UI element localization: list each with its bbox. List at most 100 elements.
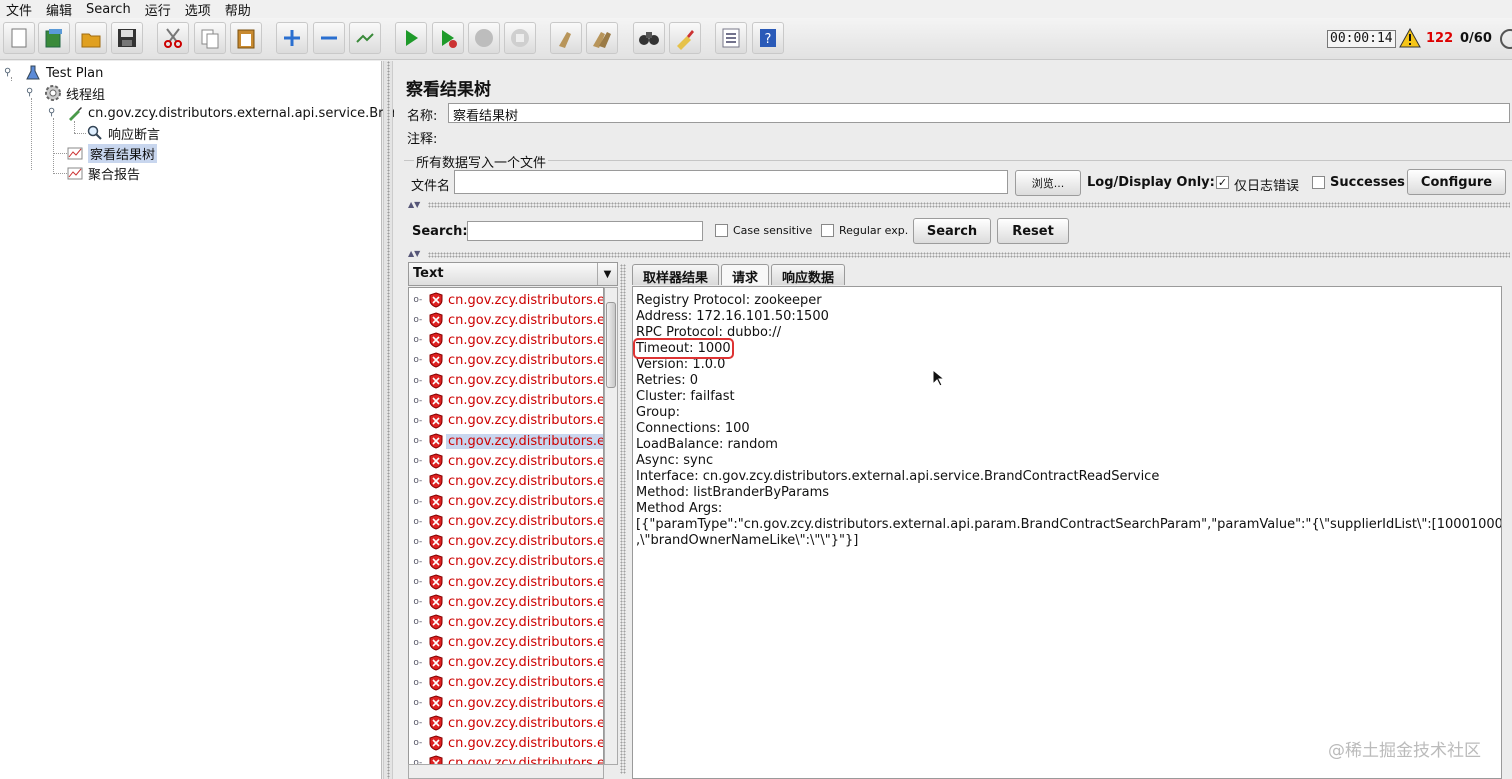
tree-item-test-plan[interactable]: Test Plan [24,63,103,83]
list-item[interactable]: o-cn.gov.zcy.distributors.e [409,371,603,391]
tree-handle-icon[interactable]: o- [409,456,427,466]
expand-handle[interactable]: ⚲ [48,107,55,118]
successes-checkbox[interactable] [1312,176,1325,189]
browse-button[interactable]: 浏览... [1015,170,1081,196]
function-helper-icon[interactable] [715,22,747,54]
list-item[interactable]: o-cn.gov.zcy.distributors.e [409,290,603,310]
save-icon[interactable] [111,22,143,54]
tree-handle-icon[interactable]: o- [409,577,427,587]
tree-handle-icon[interactable]: o- [409,557,427,567]
tree-handle-icon[interactable]: o- [409,738,427,748]
tree-item-aggregate-report[interactable]: 聚合报告 [66,163,140,183]
collapse-icon[interactable] [313,22,345,54]
warning-icon[interactable] [1399,28,1421,48]
comment-field[interactable] [448,126,1510,146]
search-input[interactable] [467,221,703,241]
toggle-icon[interactable] [349,22,381,54]
stop-icon[interactable] [468,22,500,54]
list-item[interactable]: o-cn.gov.zcy.distributors.e [409,532,603,552]
reset-button[interactable]: Reset [997,218,1069,244]
gear-icon[interactable] [1500,29,1512,49]
templates-icon[interactable] [38,22,70,54]
list-item[interactable]: o-cn.gov.zcy.distributors.e [409,552,603,572]
chevron-down-icon[interactable]: ▼ [597,263,617,285]
list-item[interactable]: o-cn.gov.zcy.distributors.e [409,512,603,532]
list-item[interactable]: o-cn.gov.zcy.distributors.e [409,592,603,612]
tree-handle-icon[interactable]: o- [409,718,427,728]
tree-handle-icon[interactable]: o- [409,396,427,406]
expand-handle[interactable]: ⚲ [26,87,33,98]
clear-icon[interactable] [550,22,582,54]
tab-sampler-result[interactable]: 取样器结果 [632,264,720,286]
menu-edit[interactable]: 编辑 [46,0,72,19]
open-icon[interactable] [75,22,107,54]
request-detail-text[interactable]: Registry Protocol: zookeeper Address: 172… [632,286,1502,779]
list-item[interactable]: o-cn.gov.zcy.distributors.e [409,411,603,431]
list-item[interactable]: o-cn.gov.zcy.distributors.e [409,572,603,592]
menu-options[interactable]: 选项 [185,0,211,19]
tree-handle-icon[interactable]: o- [409,537,427,547]
clear-all-icon[interactable] [586,22,618,54]
tree-item-thread-group[interactable]: 线程组 [44,83,105,103]
start-no-pause-icon[interactable] [432,22,464,54]
collapse-arrows[interactable]: ▲▼ [408,200,420,209]
tree-handle-icon[interactable]: o- [409,315,427,325]
list-item[interactable]: o-cn.gov.zcy.distributors.e [409,713,603,733]
reset-search-icon[interactable] [669,22,701,54]
tree-handle-icon[interactable]: o- [409,497,427,507]
split-divider[interactable] [620,264,626,774]
shutdown-icon[interactable] [504,22,536,54]
name-field[interactable]: 察看结果树 [448,103,1510,124]
tree-handle-icon[interactable]: o- [409,295,427,305]
help-icon[interactable]: ? [752,22,784,54]
list-item[interactable]: o-cn.gov.zcy.distributors.e [409,673,603,693]
tree-item-response-assertion[interactable]: 响应断言 [86,123,160,143]
horizontal-scrollbar[interactable] [408,764,604,779]
expand-icon[interactable] [276,22,308,54]
tree-handle-icon[interactable]: o- [409,658,427,668]
tree-item-view-results-tree[interactable]: 察看结果树 [66,143,158,163]
menu-search[interactable]: Search [86,2,131,17]
list-item[interactable]: o-cn.gov.zcy.distributors.e [409,693,603,713]
expand-handle[interactable]: ⚲ [4,67,11,78]
tree-handle-icon[interactable]: o- [409,416,427,426]
tree-handle-icon[interactable]: o- [409,335,427,345]
tree-handle-icon[interactable]: o- [409,436,427,446]
tree-handle-icon[interactable]: o- [409,638,427,648]
vertical-scrollbar[interactable] [604,287,618,765]
menu-help[interactable]: 帮助 [225,0,251,19]
list-item[interactable]: o-cn.gov.zcy.distributors.e [409,350,603,370]
case-sensitive-checkbox[interactable] [715,224,728,237]
list-item[interactable]: o-cn.gov.zcy.distributors.e [409,431,603,451]
list-item[interactable]: o-cn.gov.zcy.distributors.e [409,653,603,673]
tree-handle-icon[interactable]: o- [409,597,427,607]
cut-icon[interactable] [157,22,189,54]
list-item[interactable]: o-cn.gov.zcy.distributors.e [409,330,603,350]
menu-run[interactable]: 运行 [145,0,171,19]
copy-icon[interactable] [194,22,226,54]
list-item[interactable]: o-cn.gov.zcy.distributors.e [409,451,603,471]
tab-response-data[interactable]: 响应数据 [771,264,846,286]
menu-file[interactable]: 文件 [6,0,32,19]
tree-handle-icon[interactable]: o- [409,617,427,627]
split-pane-divider[interactable] [383,61,393,779]
tree-handle-icon[interactable]: o- [409,476,427,486]
filename-input[interactable] [454,170,1008,194]
configure-button[interactable]: Configure [1407,169,1506,195]
list-item[interactable]: o-cn.gov.zcy.distributors.e [409,612,603,632]
list-item[interactable]: o-cn.gov.zcy.distributors.e [409,492,603,512]
tree-handle-icon[interactable]: o- [409,698,427,708]
tree-handle-icon[interactable]: o- [409,517,427,527]
start-icon[interactable] [395,22,427,54]
tree-handle-icon[interactable]: o- [409,678,427,688]
collapse-arrows[interactable]: ▲▼ [408,249,420,258]
list-item[interactable]: o-cn.gov.zcy.distributors.e [409,310,603,330]
tree-handle-icon[interactable]: o- [409,376,427,386]
tree-handle-icon[interactable]: o- [409,355,427,365]
regex-checkbox[interactable] [821,224,834,237]
list-item[interactable]: o-cn.gov.zcy.distributors.e [409,391,603,411]
search-icon[interactable] [633,22,665,54]
tree-item-dubbo-sampler[interactable]: cn.gov.zcy.distributors.external.api.ser… [66,103,397,123]
paste-icon[interactable] [230,22,262,54]
list-item[interactable]: o-cn.gov.zcy.distributors.e [409,471,603,491]
